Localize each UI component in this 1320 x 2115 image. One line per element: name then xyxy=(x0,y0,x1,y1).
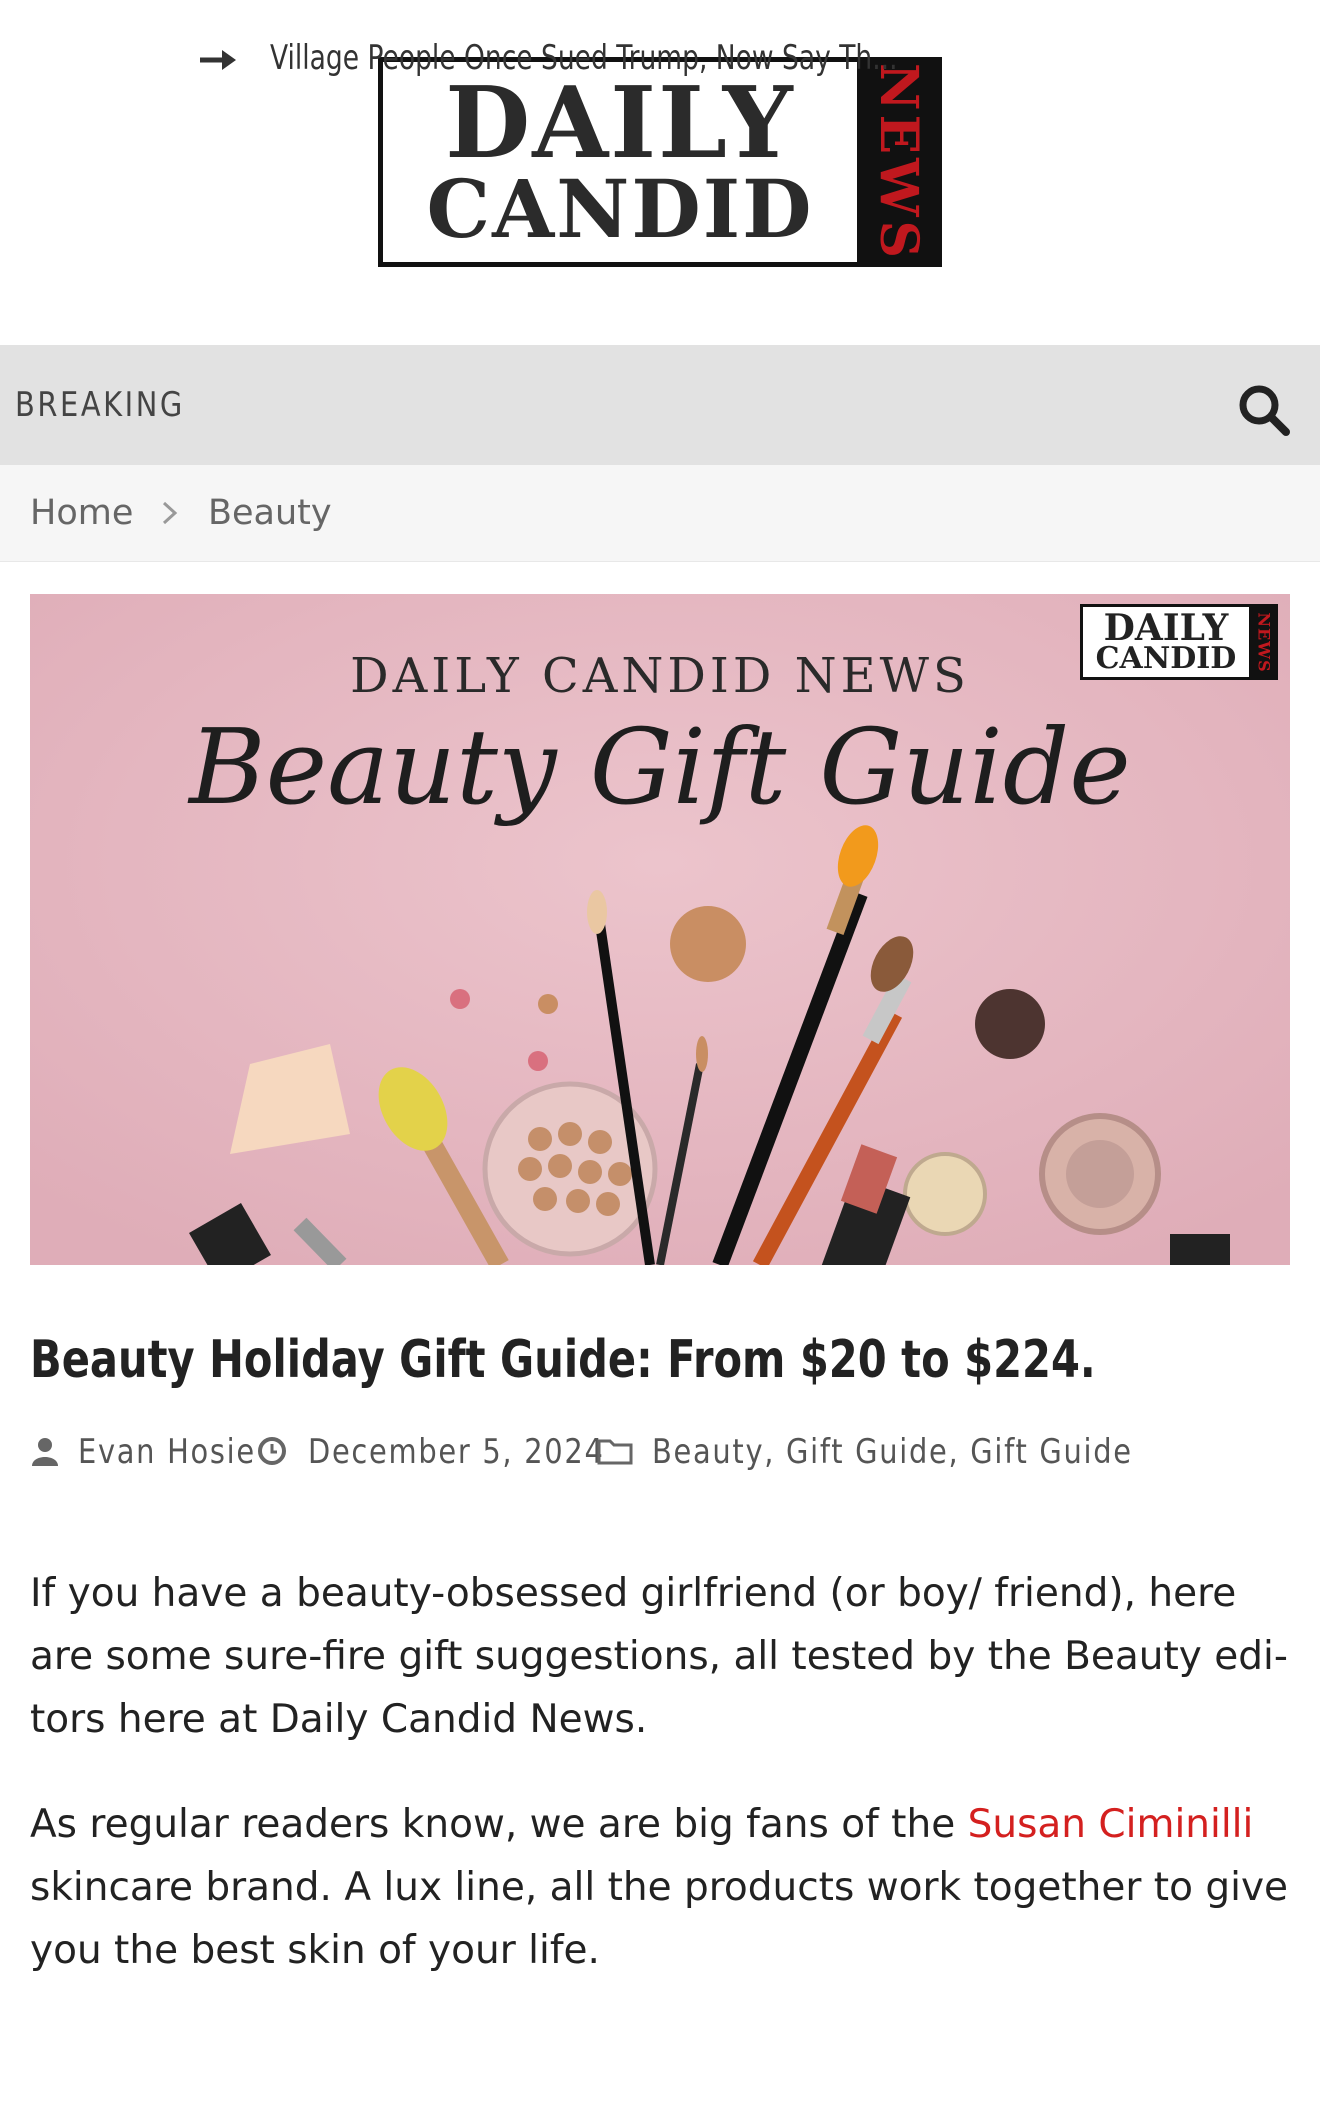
hero-logo-line-1: DAILY xyxy=(1103,606,1229,649)
hero-logo-line-2: CANDID xyxy=(1095,640,1237,676)
post-title: Beauty Holiday Gift Guide: From $20 to $… xyxy=(30,1330,1096,1390)
breaking-label: BREAKING xyxy=(15,385,185,425)
hero-script-title: Beauty Gift Guide xyxy=(189,706,1131,828)
logo-text-block: DAILY CANDID xyxy=(383,62,857,262)
logo-side-block: NEWS xyxy=(861,62,937,262)
paragraph-1: If you have a beauty-obsessed girlfriend… xyxy=(30,1571,1288,1742)
breadcrumb-home-link[interactable]: Home xyxy=(30,493,133,533)
featured-image: DAILY CANDID NEWS Beauty Gift Guide DAIL… xyxy=(30,594,1290,1265)
breadcrumb: Home Beauty xyxy=(0,465,1320,562)
post-meta: Evan Hosie December 5, 2024 Beauty, Gift… xyxy=(30,1428,1290,1478)
site-logo[interactable]: DAILY CANDID NEWS xyxy=(378,57,942,267)
user-icon xyxy=(32,1438,58,1466)
category-links[interactable]: Beauty, Gift Guide, Gift Guide xyxy=(652,1432,1133,1472)
paragraph-2-tail: skincare brand. A lux line, all the prod… xyxy=(30,1865,1289,1973)
chevron-right-icon xyxy=(162,501,178,525)
hero-logo: DAILY CANDID NEWS xyxy=(1080,604,1278,680)
author-link[interactable]: Evan Hosie xyxy=(78,1432,256,1472)
logo-line-1: DAILY xyxy=(445,66,795,182)
hero-logo-side-text: NEWS xyxy=(1254,611,1274,673)
breaking-news-bar: BREAKING xyxy=(0,345,1320,465)
logo-line-2: CANDID xyxy=(426,161,814,256)
breaking-headline-link[interactable]: Village People Once Sued Trump, Now Say … xyxy=(270,38,897,78)
clock-icon xyxy=(258,1437,286,1465)
post-date: December 5, 2024 xyxy=(308,1432,605,1472)
hero-logo-text: DAILY CANDID xyxy=(1083,607,1249,677)
search-icon[interactable] xyxy=(1236,382,1292,438)
paragraph-2-lead: As regular readers know, we are big fans… xyxy=(30,1802,968,1847)
logo-side-text: NEWS xyxy=(868,62,930,262)
hero-logo-side: NEWS xyxy=(1252,607,1276,677)
susan-ciminilli-link[interactable]: Susan Ciminilli xyxy=(968,1802,1254,1847)
paragraph-2: As regular readers know, we are big fans… xyxy=(30,1793,1292,1982)
folder-icon xyxy=(597,1439,633,1465)
breadcrumb-current: Beauty xyxy=(208,493,332,533)
arrow-right-icon xyxy=(200,50,236,70)
